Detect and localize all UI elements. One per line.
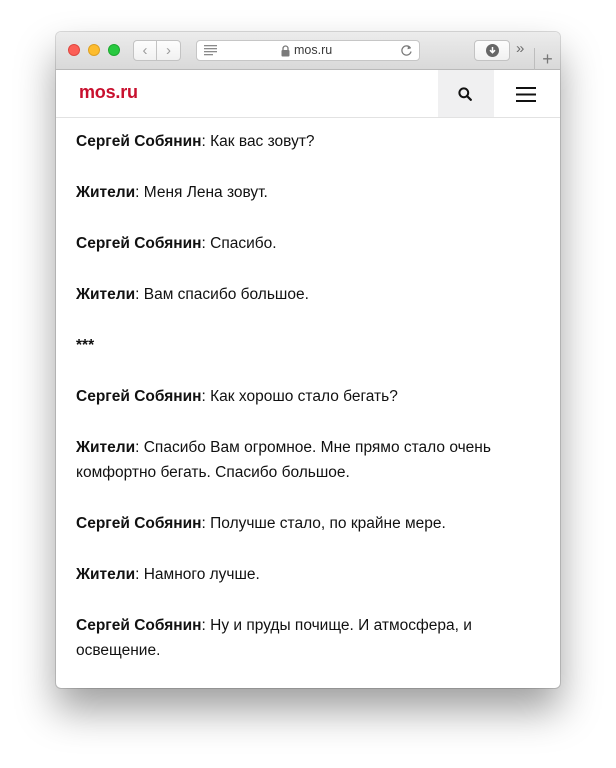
speaker-name: Жители [76,566,136,583]
speaker-name: Сергей Собянин [76,617,202,634]
site-header: mos.ru [56,70,560,118]
dialogue-line: Жители: Спасибо Вам огромное. Мне прямо … [76,435,536,485]
menu-button[interactable] [494,70,560,117]
downloads-button[interactable] [474,40,510,61]
close-window-button[interactable] [68,44,80,56]
plus-icon: + [542,48,553,69]
dialogue-text: : Получше стало, по крайне мере. [201,515,446,532]
chevron-left-icon: ‹ [142,42,148,59]
dialogue-line: Жители: Меня Лена зовут. [76,180,536,205]
site-logo[interactable]: mos.ru [79,82,138,103]
url-text: mos.ru [294,43,333,57]
speaker-name: Жители [76,286,136,303]
dialogue-line: Сергей Собянин: Как вас зовут? [76,129,536,154]
reader-mode-icon[interactable] [204,45,217,56]
hamburger-menu-icon [516,87,536,102]
search-button[interactable] [438,70,494,117]
search-icon [458,87,472,101]
dialogue-text: : Спасибо Вам огромное. Мне прямо стало … [76,439,491,481]
dialogue-text: : Спасибо. [201,235,277,252]
article-content: Сергей Собянин: Как вас зовут? Жители: М… [76,118,536,663]
separator-text: *** [76,337,95,354]
dialogue-line: Сергей Собянин: Получше стало, по крайне… [76,511,536,536]
dialogue-text: : Намного лучше. [135,566,260,583]
maximize-window-button[interactable] [108,44,120,56]
speaker-name: Сергей Собянин [76,133,202,150]
back-button[interactable]: ‹ [133,40,157,61]
dialogue-line: Жители: Намного лучше. [76,562,536,587]
speaker-name: Сергей Собянин [76,515,202,532]
dialogue-text: : Как вас зовут? [201,133,315,150]
speaker-name: Жители [76,184,136,201]
dialogue-line: Сергей Собянин: Спасибо. [76,231,536,256]
reload-icon[interactable] [400,44,413,57]
browser-window: ‹ › mos.ru » + mos.ru Сергей Собянин: Ка… [56,32,560,688]
dialogue-text: : Как хорошо стало бегать? [201,388,398,405]
address-bar[interactable]: mos.ru [196,40,420,61]
lock-icon [281,45,290,57]
dialogue-text: : Вам спасибо большое. [135,286,309,303]
minimize-window-button[interactable] [88,44,100,56]
forward-button[interactable]: › [157,40,181,61]
dialogue-line: Сергей Собянин: Ну и пруды почище. И атм… [76,613,536,663]
more-chevron-icon[interactable]: » [516,41,524,56]
browser-toolbar: ‹ › mos.ru » + [56,32,560,70]
chevron-right-icon: › [166,42,171,59]
speaker-name: Сергей Собянин [76,235,202,252]
dialogue-text: : Меня Лена зовут. [135,184,268,201]
dialogue-line: Сергей Собянин: Как хорошо стало бегать? [76,384,536,409]
new-tab-button[interactable]: + [534,48,560,70]
dialogue-line: Жители: Вам спасибо большое. [76,282,536,307]
speaker-name: Сергей Собянин [76,388,202,405]
section-separator: *** [76,333,536,358]
download-icon [486,44,499,57]
speaker-name: Жители [76,439,136,456]
